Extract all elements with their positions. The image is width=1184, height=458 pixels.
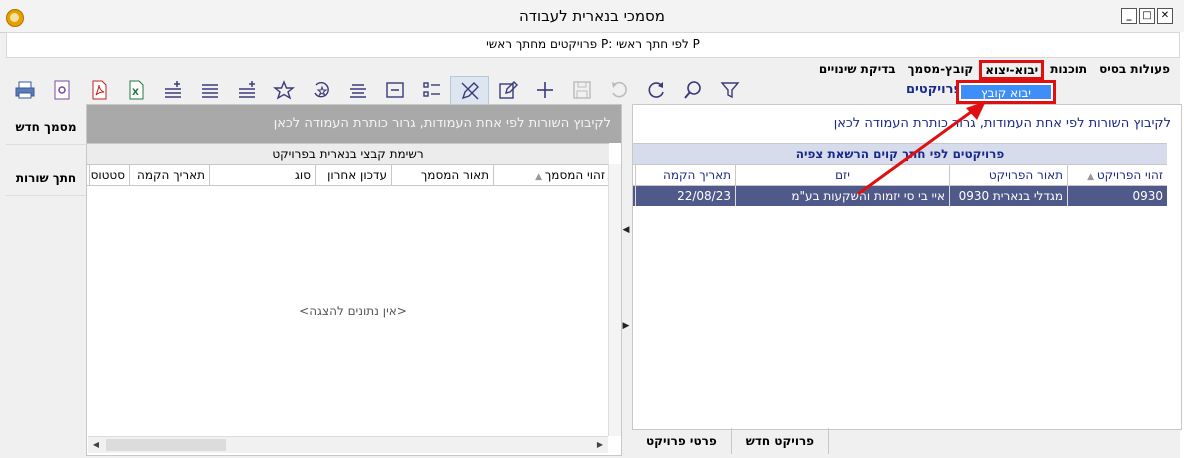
cell-project-id: 0930 — [1067, 186, 1167, 206]
col-document-id[interactable]: זהוי המסמך ▲ — [493, 165, 609, 185]
list-icon[interactable] — [339, 76, 376, 104]
cell-project-desc: מגדלי בנארית 0930 — [949, 186, 1067, 206]
col-developer[interactable]: יזם — [735, 165, 949, 185]
toolbar: X — [6, 76, 748, 106]
frame-icon[interactable] — [376, 76, 413, 104]
edit-icon[interactable] — [489, 76, 526, 104]
bottom-tabs: פרטי פרויקט פרויקט חדש — [632, 428, 1180, 454]
projects-header: זהוי הפרויקט ▲ תאור הפרויקט יזם תאריך הק… — [633, 165, 1167, 186]
col-project-desc[interactable]: תאור הפרויקט — [949, 165, 1067, 185]
cell-developer: איי בי סי יזמות והשקעות בע"מ — [735, 186, 949, 206]
new-document-tab[interactable]: מסמך חדש — [6, 110, 86, 145]
scroll-right-icon[interactable]: ▶ — [592, 437, 608, 453]
menu-base-actions[interactable]: פעולות בסיס — [1093, 60, 1176, 80]
svg-text:X: X — [132, 88, 139, 98]
new-project-tab[interactable]: פרויקט חדש — [732, 428, 830, 454]
add-row-icon[interactable] — [154, 76, 191, 104]
table-row[interactable]: 0930 מגדלי בנארית 0930 איי בי סי יזמות ו… — [633, 186, 1167, 206]
projects-band: פרויקטים לפי חתך קוים הרשאת צפיה — [633, 143, 1167, 165]
group-by-area-projects[interactable]: לקיבוץ השורות לפי אחת העמודות, גרור כותר… — [633, 105, 1181, 143]
filter-icon[interactable] — [711, 76, 748, 104]
undo-icon — [600, 76, 637, 104]
close-button[interactable]: ✕ — [1157, 8, 1173, 24]
col-status[interactable]: סטטוס — [89, 165, 129, 185]
checklist-icon[interactable] — [413, 76, 450, 104]
col-project-created[interactable]: תאריך הקמה — [635, 165, 735, 185]
menu-programs[interactable]: תוכנות — [1044, 60, 1093, 80]
edit-disabled-icon[interactable] — [450, 76, 489, 106]
search-icon[interactable] — [674, 76, 711, 104]
refresh-icon[interactable] — [637, 76, 674, 104]
menu-import-export[interactable]: יבוא-יצוא — [979, 60, 1045, 80]
row-section-tab[interactable]: חתך שורות — [6, 161, 86, 196]
import-file-menu: יבוא קובץ — [956, 80, 1056, 104]
menu-check-changes[interactable]: בדיקת שינויים — [813, 60, 902, 80]
panel-splitter[interactable]: ◀ ▶ — [622, 224, 630, 334]
projects-label: פרויקטים — [906, 82, 962, 97]
excel-icon[interactable]: X — [117, 76, 154, 104]
title-bar: מסמכי בנארית לעבודה _ □ ✕ — [0, 0, 1184, 33]
group-by-area[interactable]: לקיבוץ השורות לפי אחת העמודות, גרור כותר… — [87, 105, 621, 143]
preview-icon[interactable] — [43, 76, 80, 104]
cell-project-created: 22/08/23 — [635, 186, 735, 206]
pdf-icon[interactable] — [80, 76, 117, 104]
subtitle: פרויקטים מחתך ראשי P: לפי חתך ראשי P — [486, 37, 700, 51]
col-last-update[interactable]: עדכון אחרון — [315, 165, 391, 185]
no-data-message: <אין נתונים להצגה> — [299, 304, 407, 318]
align-icon[interactable] — [191, 76, 228, 104]
documents-band: רשימת קבצי בנארית בפרויקט — [87, 143, 609, 165]
documents-vscroll[interactable] — [608, 164, 621, 436]
splitter-left-icon[interactable]: ◀ — [622, 224, 630, 236]
splitter-right-icon[interactable]: ▶ — [622, 320, 630, 332]
save-icon — [563, 76, 600, 104]
window-title: מסמכי בנארית לעבודה — [519, 7, 665, 25]
documents-header: זהוי המסמך ▲ תאור המסמך עדכון אחרון סוג … — [87, 165, 609, 186]
project-details-tab[interactable]: פרטי פרויקט — [632, 428, 732, 454]
scroll-left-icon[interactable]: ◀ — [88, 437, 104, 453]
main-menu: פעולות בסיס תוכנות יבוא-יצוא קובץ-מסמך ב… — [813, 60, 1176, 80]
col-document-desc[interactable]: תאור המסמך — [391, 165, 493, 185]
import-file-item[interactable]: יבוא קובץ — [961, 85, 1051, 100]
left-tabs: מסמך חדש חתך שורות — [6, 110, 86, 196]
maximize-button[interactable]: □ — [1139, 8, 1155, 24]
star-icon[interactable] — [265, 76, 302, 104]
col-created-date[interactable]: תאריך הקמה — [129, 165, 209, 185]
minimize-button[interactable]: _ — [1121, 8, 1137, 24]
documents-hscroll[interactable]: ◀ ▶ — [88, 436, 608, 453]
projects-grid: לקיבוץ השורות לפי אחת העמודות, גרור כותר… — [632, 104, 1182, 430]
undo-star-icon[interactable] — [302, 76, 339, 104]
scroll-thumb[interactable] — [106, 439, 226, 451]
add-icon[interactable] — [526, 76, 563, 104]
subtitle-bar: פרויקטים מחתך ראשי P: לפי חתך ראשי P — [6, 32, 1180, 58]
col-type[interactable]: סוג — [209, 165, 315, 185]
printer-icon[interactable] — [6, 76, 43, 104]
col-project-id[interactable]: זהוי הפרויקט ▲ — [1067, 165, 1167, 185]
menu-file-document[interactable]: קובץ-מסמך — [902, 60, 980, 80]
sort-add-icon[interactable] — [228, 76, 265, 104]
documents-grid: לקיבוץ השורות לפי אחת העמודות, גרור כותר… — [86, 104, 622, 456]
